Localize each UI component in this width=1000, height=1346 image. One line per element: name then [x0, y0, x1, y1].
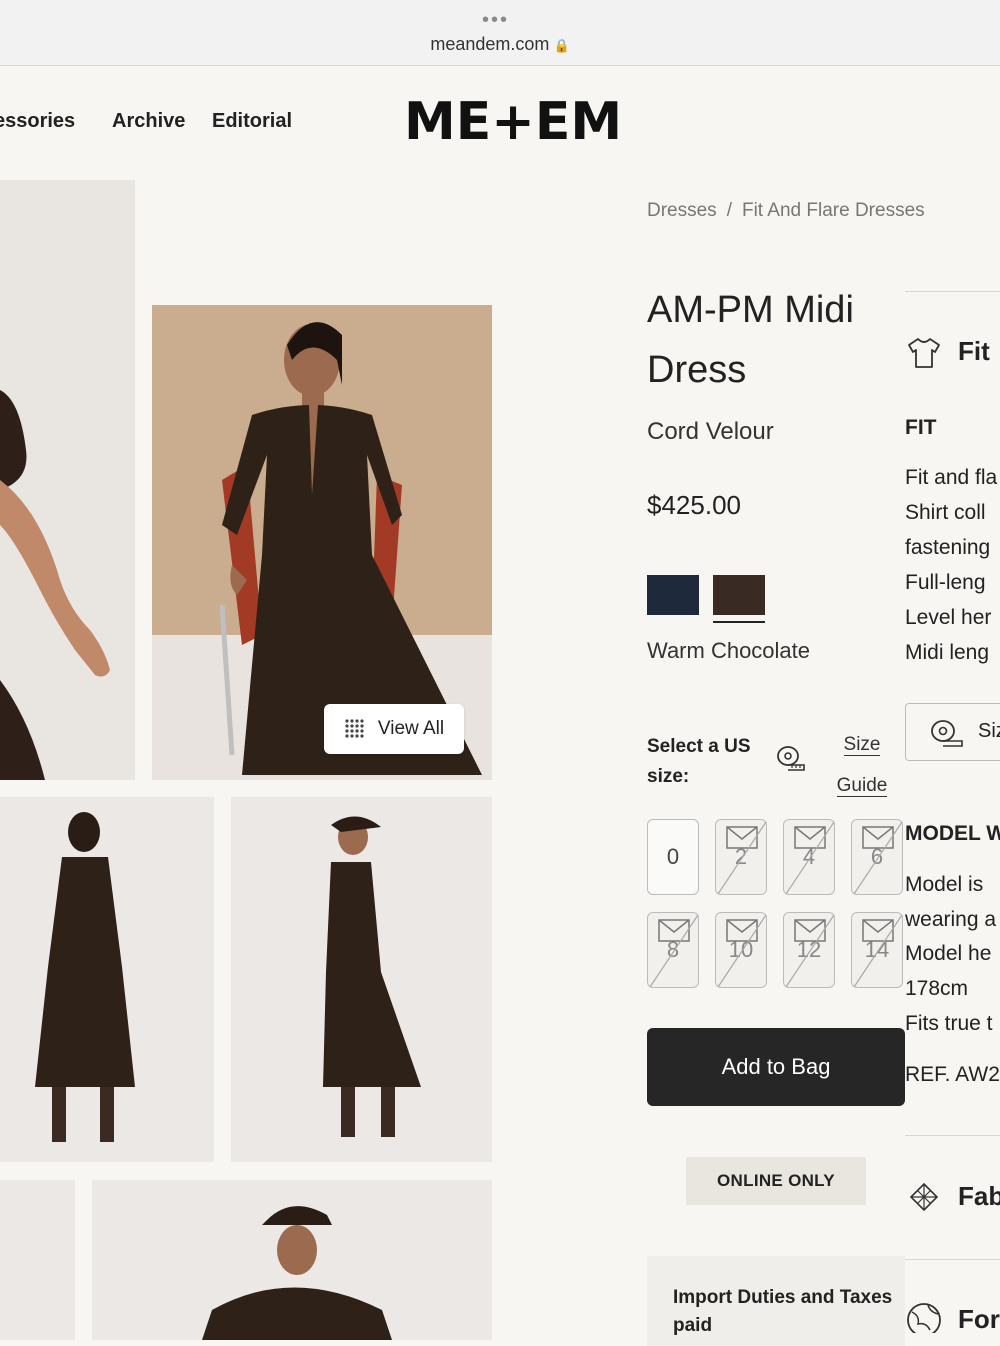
divider: [905, 291, 1000, 292]
product-image-4[interactable]: [231, 797, 492, 1162]
fabric-weave-icon: [910, 1183, 938, 1211]
size-select-label: Select a US size:: [647, 736, 751, 787]
unavailable-slash: [717, 821, 767, 895]
product-title: AM-PM Midi Dress: [647, 289, 854, 391]
model-line: wearing a: [905, 908, 997, 931]
product-image-6[interactable]: [92, 1180, 492, 1340]
fit-line: Shirt coll: [905, 501, 986, 524]
fit-line: Full-leng: [905, 571, 986, 594]
address-bar[interactable]: meandem.com 🔒: [0, 34, 1000, 55]
import-duties-text: Import Duties and Taxes paid: [673, 1287, 893, 1336]
brand-logo[interactable]: ME+EM: [404, 92, 622, 152]
model-line: Model is: [905, 873, 984, 896]
product-fabric: Cord Velour: [647, 418, 774, 445]
fit-section-toggle[interactable]: Fit: [958, 336, 990, 367]
size-guide-box[interactable]: Siz: [905, 703, 1000, 761]
fit-subheading: FIT: [905, 416, 937, 439]
url-text: meandem.com: [430, 34, 550, 54]
fit-line: Midi leng: [905, 641, 990, 664]
breadcrumb: Dresses / Fit And Flare Dresses: [647, 200, 925, 222]
breadcrumb-item[interactable]: Fit And Flare Dresses: [742, 200, 925, 221]
size-guide-link[interactable]: Size Guide: [834, 724, 890, 806]
unavailable-slash: [853, 821, 903, 895]
product-image-3[interactable]: [0, 797, 214, 1162]
product-image-5[interactable]: [0, 1180, 75, 1340]
more-dots-icon[interactable]: •••: [482, 10, 509, 30]
size-option-8[interactable]: 8: [647, 912, 699, 988]
unavailable-slash: [717, 914, 767, 988]
size-guide-label: Size Guide: [836, 734, 888, 797]
view-all-label: View All: [377, 718, 445, 739]
unavailable-slash: [649, 914, 699, 988]
lock-icon: 🔒: [553, 38, 570, 53]
browser-toolbar: ••• meandem.com 🔒: [0, 0, 1000, 66]
grid-icon: [345, 719, 364, 738]
size-option-0[interactable]: 0: [647, 819, 699, 895]
product-image-1[interactable]: [0, 180, 135, 780]
model-line: Fits true t: [905, 1012, 993, 1035]
product-price: $425.00: [647, 490, 741, 520]
selected-color-name: Warm Chocolate: [647, 638, 811, 663]
size-option-4[interactable]: 4: [783, 819, 835, 895]
fit-line: Fit and fla: [905, 466, 998, 489]
divider: [905, 1259, 1000, 1260]
fit-line: Level her: [905, 606, 992, 629]
nav-item-archive[interactable]: Archive: [112, 110, 185, 133]
unavailable-slash: [785, 821, 835, 895]
size-option-14[interactable]: 14: [851, 912, 903, 988]
measuring-tape-icon: [931, 720, 963, 747]
model-line: 178cm: [905, 977, 969, 1000]
measuring-tape-icon: [777, 746, 805, 771]
divider: [905, 1135, 1000, 1136]
view-all-button[interactable]: View All: [324, 704, 464, 754]
model-line: Model he: [905, 942, 992, 965]
breadcrumb-separator: /: [726, 200, 732, 221]
model-heading: MODEL W: [905, 822, 1000, 845]
size-box-label: Siz: [978, 720, 1000, 742]
fabric-section-toggle[interactable]: Fab: [958, 1181, 1000, 1212]
online-only-badge: ONLINE ONLY: [686, 1157, 866, 1205]
nav-item-editorial[interactable]: Editorial: [212, 110, 292, 133]
size-option-12[interactable]: 12: [783, 912, 835, 988]
size-option-2[interactable]: 2: [715, 819, 767, 895]
size-option-label: 0: [666, 844, 680, 869]
color-swatch-warm-chocolate[interactable]: [713, 575, 765, 623]
reference-code: REF. AW2: [905, 1063, 1000, 1086]
size-option-10[interactable]: 10: [715, 912, 767, 988]
tshirt-icon: [908, 338, 940, 368]
unavailable-slash: [785, 914, 835, 988]
fit-line: fastening: [905, 536, 991, 559]
breadcrumb-item[interactable]: Dresses: [647, 200, 717, 221]
globe-icon: [907, 1303, 941, 1333]
for-section-toggle[interactable]: For: [958, 1304, 1000, 1335]
color-swatch-navy[interactable]: [647, 575, 699, 615]
add-to-bag-button[interactable]: Add to Bag: [647, 1028, 905, 1106]
nav-item-accessories[interactable]: essories: [0, 110, 75, 133]
size-option-6[interactable]: 6: [851, 819, 903, 895]
unavailable-slash: [853, 914, 903, 988]
